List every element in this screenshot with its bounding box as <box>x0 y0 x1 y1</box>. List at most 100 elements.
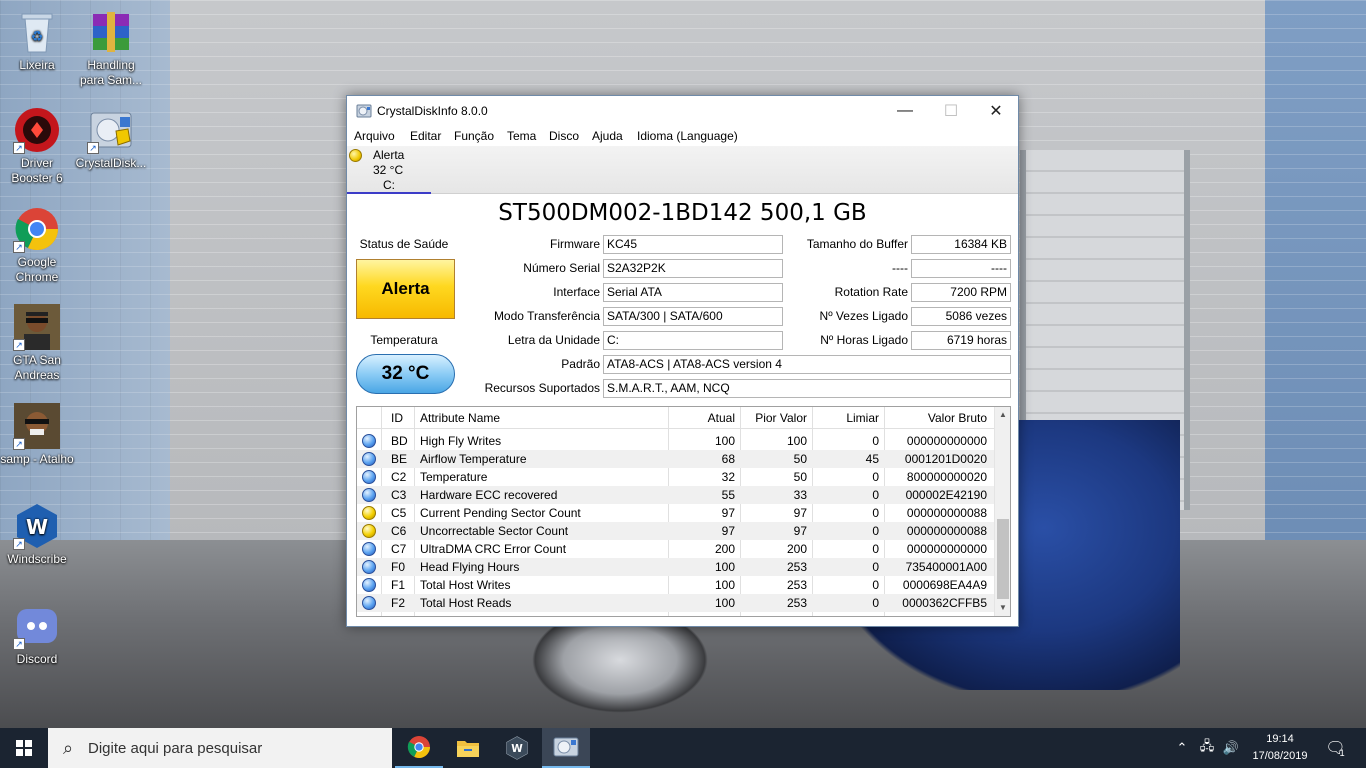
attribute-threshold: 0 <box>872 596 879 610</box>
table-row[interactable]: C3 Hardware ECC recovered 55 33 0 000002E4219… <box>357 486 994 504</box>
drive-letter-value: C: <box>603 331 783 350</box>
table-row[interactable]: BD High Fly Writes 100 100 0 000000000000 <box>357 432 994 450</box>
action-center-button[interactable]: 🗨 1 <box>1318 728 1352 768</box>
scroll-down-icon[interactable]: ▼ <box>995 600 1010 616</box>
desktop-icon-recycle-bin[interactable]: ♻ Lixeira <box>0 8 74 73</box>
taskbar-chrome[interactable] <box>395 728 443 768</box>
shortcut-arrow-icon: ↗ <box>13 638 25 650</box>
tray-show-hidden-icons[interactable]: ⌃ <box>1172 728 1192 768</box>
status-caution-icon <box>362 506 376 520</box>
menu-arquivo[interactable]: Arquivo <box>354 129 395 143</box>
attribute-id: BE <box>391 452 408 466</box>
desktop-icon-windscribe[interactable]: W ↗ Windscribe <box>0 502 74 567</box>
desktop-icon-label: samp - Atalho <box>0 452 74 466</box>
search-icon: ⌕ <box>62 737 74 758</box>
table-row[interactable]: C2 Temperature 32 50 0 800000000020 <box>357 468 994 486</box>
attribute-id: C2 <box>391 470 407 484</box>
header-worst[interactable]: Pior Valor <box>755 411 807 425</box>
desktop-icon-discord[interactable]: ↗ Discord <box>0 602 74 667</box>
desktop-icon-gta-sa[interactable]: ↗ GTA San Andreas <box>0 303 74 383</box>
attribute-id: C3 <box>391 488 407 502</box>
table-row[interactable]: F0 Head Flying Hours 100 253 0 735400001A00 <box>357 558 994 576</box>
minimize-icon: — <box>897 102 913 119</box>
minimize-button[interactable]: — <box>882 96 928 126</box>
desktop-icon-chrome[interactable]: ↗ Google Chrome <box>0 205 74 285</box>
table-row[interactable]: C7 UltraDMA CRC Error Count 200 200 0 0000000… <box>357 540 994 558</box>
status-good-icon <box>362 452 376 466</box>
blank-value: ---- <box>911 259 1011 278</box>
status-good-icon <box>362 488 376 502</box>
attribute-id: BD <box>391 434 408 448</box>
header-attribute-name[interactable]: Attribute Name <box>420 411 500 425</box>
search-placeholder: Digite aqui para pesquisar <box>88 739 263 757</box>
taskbar-crystaldiskinfo[interactable] <box>542 728 590 768</box>
start-button[interactable] <box>0 728 48 768</box>
volume-icon: 🔊 <box>1222 740 1240 755</box>
attribute-id: F1 <box>391 578 406 592</box>
header-threshold[interactable]: Limiar <box>846 411 879 425</box>
title-bar[interactable]: CrystalDiskInfo 8.0.0 — ☐ ✕ <box>347 96 1018 126</box>
header-id[interactable]: ID <box>391 411 403 425</box>
serial-label: Número Serial <box>523 261 600 275</box>
tray-network[interactable]: 🖧 <box>1196 728 1218 768</box>
attribute-name: Hardware ECC recovered <box>420 488 558 502</box>
shortcut-arrow-icon: ↗ <box>87 142 99 154</box>
attribute-name: High Fly Writes <box>420 434 502 448</box>
desktop-icon-driver-booster[interactable]: ↗ Driver Booster 6 <box>0 106 74 186</box>
tray-volume[interactable]: 🔊 <box>1220 728 1242 768</box>
taskbar-clock[interactable]: 19:14 17/08/2019 <box>1240 731 1320 765</box>
features-value: S.M.A.R.T., AAM, NCQ <box>603 379 1011 398</box>
power-hours-label: Nº Horas Ligado <box>820 333 908 347</box>
scrollbar-thumb[interactable] <box>997 519 1009 599</box>
temperature-button[interactable]: 32 °C <box>356 354 455 394</box>
attribute-worst: 33 <box>793 488 807 502</box>
attribute-id: C5 <box>391 506 407 520</box>
svg-text:♻: ♻ <box>31 28 44 44</box>
drive-letter-label: Letra da Unidade <box>507 333 600 347</box>
desktop-icon-crystaldiskinfo[interactable]: ↗ CrystalDisk... <box>74 106 148 171</box>
windscribe-icon: W <box>506 736 528 760</box>
disk-tab-c[interactable]: Alerta 32 °C C: <box>347 146 431 194</box>
table-row[interactable]: C6 Uncorrectable Sector Count 97 97 0 0000000… <box>357 522 994 540</box>
taskbar-search-box[interactable]: ⌕ Digite aqui para pesquisar <box>48 728 392 768</box>
menu-disco[interactable]: Disco <box>549 129 579 143</box>
attribute-worst: 50 <box>793 470 807 484</box>
menu-editar[interactable]: Editar <box>410 129 441 143</box>
desktop-icon-samp[interactable]: ↗ samp - Atalho <box>0 402 74 467</box>
desktop-icon-label: Discord <box>16 652 58 666</box>
attribute-threshold: 0 <box>872 488 879 502</box>
table-scrollbar[interactable]: ▲ ▼ <box>994 407 1010 616</box>
desktop-icon-winrar[interactable]: Handling para Sam... <box>74 8 148 88</box>
table-row[interactable]: F1 Total Host Writes 100 253 0 0000698EA4A9 <box>357 576 994 594</box>
menu-ajuda[interactable]: Ajuda <box>592 129 623 143</box>
attribute-name: UltraDMA CRC Error Count <box>420 542 567 556</box>
attribute-threshold: 45 <box>865 452 879 466</box>
smart-attribute-table[interactable]: ID Attribute Name Atual Pior Valor Limia… <box>356 406 1011 617</box>
attribute-raw-value: 0000362CFFB5 <box>902 596 987 610</box>
attribute-current: 200 <box>714 542 735 556</box>
menu-funcao[interactable]: Função <box>454 129 494 143</box>
maximize-button[interactable]: ☐ <box>928 96 974 126</box>
menu-idioma[interactable]: Idioma (Language) <box>637 129 738 143</box>
attribute-raw-value: 000002E42190 <box>905 488 987 502</box>
attribute-raw-value: 000000000088 <box>906 506 987 520</box>
status-caution-icon <box>362 524 376 538</box>
scroll-up-icon[interactable]: ▲ <box>995 407 1010 423</box>
svg-text:W: W <box>511 743 523 755</box>
taskbar-windscribe[interactable]: W <box>493 728 541 768</box>
table-row[interactable]: C5 Current Pending Sector Count 97 97 0 00000… <box>357 504 994 522</box>
wallpaper-wall-right <box>1265 0 1366 560</box>
taskbar-file-explorer[interactable] <box>444 728 492 768</box>
discord-icon: ↗ <box>13 602 61 650</box>
header-raw-value[interactable]: Valor Bruto <box>928 411 987 425</box>
health-status-button[interactable]: Alerta <box>356 259 455 319</box>
attribute-worst: 50 <box>793 452 807 466</box>
menu-tema[interactable]: Tema <box>507 129 536 143</box>
close-button[interactable]: ✕ <box>973 96 1019 126</box>
header-current[interactable]: Atual <box>708 411 735 425</box>
table-row[interactable]: F2 Total Host Reads 100 253 0 0000362CFFB5 <box>357 594 994 612</box>
chrome-icon: ↗ <box>13 205 61 253</box>
table-row[interactable]: BE Airflow Temperature 68 50 45 0001201D0020 <box>357 450 994 468</box>
attribute-worst: 97 <box>793 506 807 520</box>
attribute-current: 97 <box>721 524 735 538</box>
